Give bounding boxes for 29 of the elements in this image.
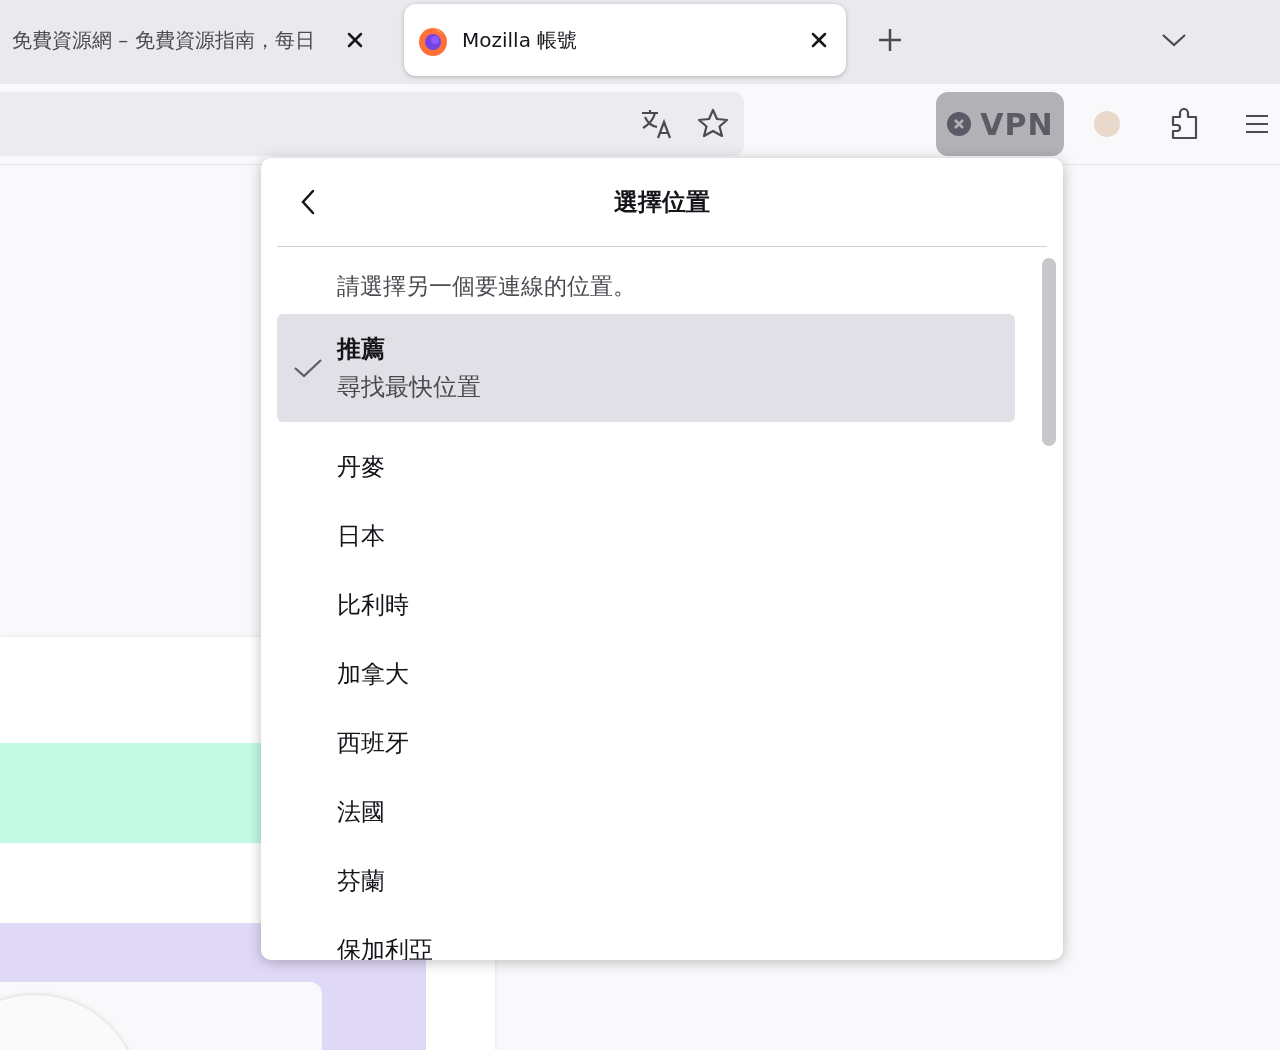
panel-prompt: 請選擇另一個要連線的位置。 [337,272,637,301]
location-item[interactable]: 推薦 尋找最快位置 [277,314,1015,422]
location-item[interactable]: 比利時 [277,570,1015,639]
browser-tab[interactable]: 免費資源網 – 免費資源指南，每日 [0,4,382,76]
location-name: 西班牙 [337,727,409,759]
location-item[interactable]: 日本 [277,501,1015,570]
browser-tab[interactable]: Mozilla 帳號 [404,4,846,76]
location-name: 丹麥 [337,451,385,483]
close-circle-icon [946,111,973,137]
translate-icon[interactable] [640,107,674,141]
location-description: 尋找最快位置 [337,372,481,403]
menu-icon[interactable] [1244,113,1270,135]
chevron-down-icon[interactable] [1160,31,1188,49]
location-name: 推薦 [337,334,386,365]
location-name: 法國 [337,796,385,828]
location-item[interactable]: 法國 [277,777,1015,846]
panel-title: 選擇位置 [614,188,710,216]
location-item[interactable]: 丹麥 [277,432,1015,501]
new-tab-icon[interactable] [876,26,904,54]
location-name: 比利時 [337,589,409,621]
location-name: 日本 [337,520,385,552]
location-name: 加拿大 [337,658,409,690]
location-item[interactable]: 西班牙 [277,708,1015,777]
location-name: 芬蘭 [337,865,385,897]
puzzle-icon[interactable] [1170,107,1200,141]
scrollbar-thumb[interactable] [1042,258,1056,446]
location-item[interactable]: 芬蘭 [277,846,1015,915]
checkmark-icon [293,357,323,379]
location-item[interactable]: 加拿大 [277,639,1015,708]
